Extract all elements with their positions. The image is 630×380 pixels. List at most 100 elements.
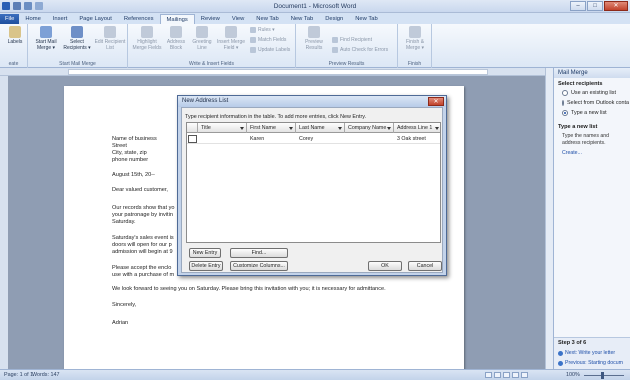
zoom-level[interactable]: 100% bbox=[566, 372, 580, 378]
vertical-ruler[interactable] bbox=[0, 76, 8, 369]
option-new-list[interactable]: Type a new list bbox=[554, 108, 630, 118]
chevron-down-icon[interactable] bbox=[387, 127, 391, 130]
chevron-down-icon[interactable] bbox=[289, 127, 293, 130]
zoom-slider-handle[interactable] bbox=[601, 372, 604, 379]
option-outlook-contacts[interactable]: Select from Outlook conta bbox=[554, 98, 630, 108]
next-step-link[interactable]: Next: Write your letter bbox=[554, 348, 630, 358]
chevron-down-icon[interactable] bbox=[338, 127, 342, 130]
insert-merge-field-label: Insert Merge Field ▾ bbox=[216, 39, 246, 51]
previous-step-link[interactable]: Previous: Starting docum bbox=[554, 358, 630, 368]
zoom-slider[interactable] bbox=[584, 375, 624, 376]
tab-design[interactable]: Design bbox=[319, 14, 349, 24]
create-link[interactable]: Create... bbox=[554, 148, 630, 158]
vertical-scrollbar[interactable] bbox=[545, 68, 553, 369]
radio-outlook-contacts[interactable] bbox=[562, 100, 564, 106]
tab-insert[interactable]: Insert bbox=[47, 14, 74, 24]
tab-page-layout[interactable]: Page Layout bbox=[73, 14, 118, 24]
labels-button[interactable]: Labels bbox=[4, 26, 26, 46]
step-box: Step 3 of 6 Next: Write your letter Prev… bbox=[554, 337, 630, 369]
column-header-last-name[interactable]: Last Name bbox=[296, 123, 345, 133]
minimize-button[interactable]: – bbox=[570, 1, 586, 11]
start-mail-merge-button[interactable]: Start Mail Merge ▾ bbox=[32, 26, 60, 51]
table-row[interactable]: Karen Corey 3 Oak street bbox=[187, 134, 440, 144]
radio-existing-list[interactable] bbox=[562, 90, 568, 96]
view-buttons bbox=[485, 372, 528, 378]
maximize-button[interactable]: □ bbox=[587, 1, 603, 11]
address-block-button[interactable]: Address Block bbox=[164, 26, 188, 51]
customize-columns-button[interactable]: Customize Columns... bbox=[230, 261, 288, 271]
column-header-title[interactable]: Title bbox=[198, 123, 247, 133]
cell-title[interactable] bbox=[198, 134, 247, 144]
option-existing-list[interactable]: Use an existing list bbox=[554, 88, 630, 98]
outline-icon[interactable] bbox=[512, 372, 519, 378]
highlight-merge-fields-button[interactable]: Highlight Merge Fields bbox=[132, 26, 162, 51]
address-block-icon bbox=[170, 26, 182, 38]
horizontal-ruler[interactable] bbox=[0, 68, 545, 76]
signature-line: Adrian bbox=[112, 320, 129, 326]
arrow-right-icon bbox=[558, 350, 563, 356]
select-recipients-button[interactable]: Select Recipients ▾ bbox=[62, 26, 92, 51]
cell-company[interactable] bbox=[345, 134, 394, 144]
paragraph-line: Our records show that yo bbox=[112, 205, 175, 211]
draft-icon[interactable] bbox=[521, 372, 528, 378]
group-label: Start Mail Merge bbox=[59, 61, 96, 67]
word-count[interactable]: Words: 147 bbox=[32, 372, 59, 378]
rules-button[interactable]: Rules ▾ bbox=[250, 27, 275, 33]
delete-entry-button[interactable]: Delete Entry bbox=[189, 261, 223, 271]
match-fields-label: Match Fields bbox=[258, 37, 287, 43]
new-entry-button[interactable]: New Entry bbox=[189, 248, 221, 258]
tab-mailings[interactable]: Mailings bbox=[159, 14, 195, 24]
group-label: Finish bbox=[407, 61, 422, 67]
select-recipients-label: Select Recipients ▾ bbox=[63, 39, 91, 51]
paragraph-line: We look forward to seeing you on Saturda… bbox=[112, 286, 386, 292]
insert-merge-field-button[interactable]: Insert Merge Field ▾ bbox=[216, 26, 246, 51]
paragraph-line: Saturday's sales event is bbox=[112, 235, 174, 241]
phone-line: phone number bbox=[112, 157, 149, 163]
tab-review[interactable]: Review bbox=[195, 14, 226, 24]
ok-button[interactable]: OK bbox=[368, 261, 402, 271]
recipients-icon bbox=[71, 26, 83, 38]
tab-references[interactable]: References bbox=[118, 14, 160, 24]
column-header-first-name[interactable]: First Name bbox=[247, 123, 296, 133]
column-header-company[interactable]: Company Name bbox=[345, 123, 394, 133]
match-fields-button[interactable]: Match Fields bbox=[250, 37, 286, 43]
tab-home[interactable]: Home bbox=[19, 14, 46, 24]
tab-new-tab[interactable]: New Tab bbox=[349, 14, 383, 24]
web-layout-icon[interactable] bbox=[503, 372, 510, 378]
auto-check-label: Auto Check for Errors bbox=[340, 47, 389, 53]
group-label: eate bbox=[8, 61, 19, 67]
highlight-label: Highlight Merge Fields bbox=[132, 39, 162, 51]
page-count[interactable]: Page: 1 of 1 bbox=[4, 372, 33, 378]
tab-new-tab[interactable]: New Tab bbox=[285, 14, 319, 24]
row-selector[interactable] bbox=[188, 135, 197, 143]
column-header-address[interactable]: Address Line 1 bbox=[394, 123, 440, 133]
finish-merge-button[interactable]: Finish & Merge ▾ bbox=[401, 26, 429, 51]
print-layout-icon[interactable] bbox=[485, 372, 492, 378]
pane-title: Mail Merge bbox=[554, 68, 630, 78]
find-button[interactable]: Find... bbox=[230, 248, 288, 258]
cell-address[interactable]: 3 Oak street bbox=[394, 134, 440, 144]
chevron-down-icon[interactable] bbox=[240, 127, 244, 130]
update-labels-button[interactable]: Update Labels bbox=[250, 47, 290, 53]
tab-file[interactable]: File bbox=[0, 14, 20, 24]
close-button[interactable]: ✕ bbox=[604, 1, 628, 11]
auto-check-errors-button[interactable]: Auto Check for Errors bbox=[332, 47, 388, 53]
find-recipient-button[interactable]: Find Recipient bbox=[332, 37, 372, 43]
rules-icon bbox=[250, 27, 256, 33]
greeting-line-button[interactable]: Greeting Line bbox=[190, 26, 214, 51]
cancel-button[interactable]: Cancel bbox=[408, 261, 442, 271]
preview-results-button[interactable]: Preview Results bbox=[300, 26, 328, 51]
cell-first-name[interactable]: Karen bbox=[247, 134, 296, 144]
radio-new-list[interactable] bbox=[562, 110, 568, 116]
chevron-down-icon[interactable] bbox=[435, 127, 439, 130]
tab-view[interactable]: View bbox=[226, 14, 250, 24]
full-screen-icon[interactable] bbox=[494, 372, 501, 378]
dialog-close-button[interactable]: ✕ bbox=[428, 97, 444, 106]
tab-new-tab[interactable]: New Tab bbox=[250, 14, 284, 24]
cell-last-name[interactable]: Corey bbox=[296, 134, 345, 144]
title-bar: Document1 - Microsoft Word – □ ✕ bbox=[0, 0, 630, 13]
preview-results-label: Preview Results bbox=[305, 39, 323, 51]
edit-recipient-list-button[interactable]: Edit Recipient List bbox=[94, 26, 126, 51]
closing-line: Sincerely, bbox=[112, 302, 137, 308]
update-labels-icon bbox=[250, 47, 256, 53]
